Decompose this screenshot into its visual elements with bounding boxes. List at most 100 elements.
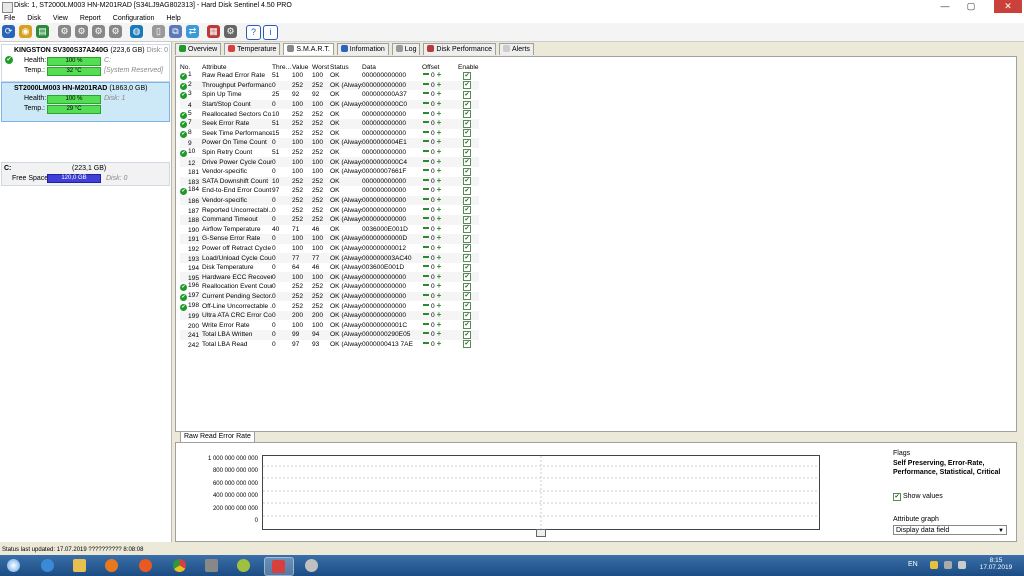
menu-file[interactable]: File	[4, 14, 15, 23]
offset-minus-button[interactable]	[423, 274, 429, 277]
enable-checkbox[interactable]: ✔	[463, 225, 471, 234]
offset-plus-button[interactable]: +	[437, 320, 442, 328]
tool-icon-4[interactable]: ⚙	[109, 25, 122, 38]
enable-checkbox[interactable]: ✔	[463, 90, 471, 99]
tool-icon-1[interactable]: ⚙	[58, 25, 71, 38]
smart-row[interactable]: 191G-Sense Error Rate0100100OK (Always..…	[180, 234, 479, 244]
refresh-icon[interactable]: ⟳	[2, 25, 15, 38]
col-status[interactable]: Status	[330, 63, 362, 71]
offset-plus-button[interactable]: +	[437, 71, 442, 79]
offset-plus-button[interactable]: +	[437, 129, 442, 137]
copy-icon[interactable]: ⧉	[169, 25, 182, 38]
graph-splitter-handle[interactable]	[536, 529, 546, 537]
offset-minus-button[interactable]	[423, 92, 429, 95]
enable-checkbox[interactable]: ✔	[463, 302, 471, 311]
enable-checkbox[interactable]: ✔	[463, 138, 471, 147]
offset-minus-button[interactable]	[423, 245, 429, 248]
offset-minus-button[interactable]	[423, 102, 429, 105]
enable-checkbox[interactable]: ✔	[463, 263, 471, 272]
offset-minus-button[interactable]	[423, 322, 429, 325]
enable-checkbox[interactable]: ✔	[463, 273, 471, 282]
disk-card-0[interactable]: KINGSTON SV300S37A240G (223,6 GB) Disk: …	[1, 44, 170, 82]
tool-icon-2[interactable]: ⚙	[75, 25, 88, 38]
disk-card-1[interactable]: ST2000LM003 HN-M201RAD (1863,0 GB) Healt…	[1, 82, 170, 122]
enable-checkbox[interactable]: ✔	[463, 215, 471, 224]
smart-row[interactable]: 195Hardware ECC Recovered0100100OK (Alwa…	[180, 272, 479, 283]
menu-help[interactable]: Help	[166, 14, 180, 23]
offset-plus-button[interactable]: +	[437, 272, 442, 280]
taskbar-hds[interactable]	[264, 557, 294, 576]
tab-information[interactable]: Information	[336, 43, 389, 55]
offset-minus-button[interactable]	[423, 207, 429, 210]
help-icon[interactable]: ?	[246, 25, 261, 40]
offset-plus-button[interactable]: +	[437, 148, 442, 156]
globe-icon[interactable]: ◍	[130, 25, 143, 38]
info-icon[interactable]: i	[263, 25, 278, 40]
enable-checkbox[interactable]: ✔	[463, 234, 471, 243]
smart-row[interactable]: 193 Load/Unload Cycle Cou... 0 77 77 OK (Alwa…	[180, 253, 479, 263]
offset-plus-button[interactable]: +	[437, 109, 442, 117]
report-icon[interactable]: ▤	[36, 25, 49, 38]
offset-minus-button[interactable]	[423, 169, 429, 172]
col-offset[interactable]: Offset	[422, 63, 458, 71]
enable-checkbox[interactable]: ✔	[463, 254, 471, 263]
enable-checkbox[interactable]: ✔	[463, 196, 471, 205]
offset-minus-button[interactable]	[423, 303, 429, 306]
col-threshold[interactable]: Thre...	[272, 63, 292, 71]
tab-graph-attribute[interactable]: Raw Read Error Rate	[180, 431, 255, 442]
tray-clock[interactable]: 8:15 17.07.2019	[978, 557, 1014, 571]
tool-icon-3[interactable]: ⚙	[92, 25, 105, 38]
smart-row[interactable]: ✔ 1 Raw Read Error Rate 51 100 100 OK 000000000…	[180, 71, 479, 81]
tab-log[interactable]: Log	[391, 43, 421, 55]
smart-row[interactable]: ✔ 197 Current Pending Sector... 0 252 252 OK (…	[180, 291, 479, 302]
enable-checkbox[interactable]: ✔	[463, 100, 471, 109]
offset-plus-button[interactable]: +	[437, 340, 442, 348]
offset-minus-button[interactable]	[423, 255, 429, 258]
offset-minus-button[interactable]	[423, 332, 429, 335]
taskbar-app-3[interactable]	[298, 557, 326, 574]
document-icon[interactable]: ▯	[152, 25, 165, 38]
offset-plus-button[interactable]: +	[437, 167, 442, 175]
smart-row[interactable]: ✔ 8 Seek Time Performance 15 252 252 OK 0000000…	[180, 129, 479, 139]
smart-row[interactable]: ✔ 5 Reallocated Sectors Co... 10 252 252 OK 000…	[180, 109, 479, 119]
offset-minus-button[interactable]	[423, 121, 429, 124]
enable-checkbox[interactable]: ✔	[463, 292, 471, 301]
offset-minus-button[interactable]	[423, 236, 429, 239]
volume-card[interactable]: C: (223,1 GB) Free Space 120,0 GB Disk: …	[1, 162, 170, 186]
enable-checkbox[interactable]: ✔	[463, 321, 471, 330]
smart-row[interactable]: 200Write Error Rate0100100OK (Always...0…	[180, 320, 479, 330]
offset-minus-button[interactable]	[423, 265, 429, 268]
smart-row[interactable]: 12 Drive Power Cycle Count 0 100 100 OK (Alwa…	[180, 157, 479, 167]
offset-plus-button[interactable]: +	[437, 177, 442, 185]
smart-row[interactable]: 187 Reported Uncorrectabl... 0 252 252 OK (Al…	[180, 205, 479, 215]
enable-checkbox[interactable]: ✔	[463, 81, 471, 90]
close-button[interactable]: ✕	[994, 0, 1022, 13]
tab-alerts[interactable]: Alerts	[499, 43, 534, 55]
menu-view[interactable]: View	[53, 14, 68, 23]
offset-minus-button[interactable]	[423, 198, 429, 201]
smart-row[interactable]: ✔ 7 Seek Error Rate 51 252 252 OK 000000000000 0…	[180, 118, 479, 129]
col-enable[interactable]: Enable	[458, 63, 479, 71]
offset-minus-button[interactable]	[423, 82, 429, 85]
offset-minus-button[interactable]	[423, 293, 429, 296]
enable-checkbox[interactable]: ✔	[463, 110, 471, 119]
enable-checkbox[interactable]: ✔	[463, 148, 471, 157]
enable-checkbox[interactable]: ✔	[463, 129, 471, 138]
settings-icon[interactable]: ⚙	[224, 25, 237, 38]
offset-plus-button[interactable]: +	[437, 282, 442, 290]
network-icon[interactable]: ⇄	[186, 25, 199, 38]
offset-plus-button[interactable]: +	[437, 234, 442, 242]
start-button[interactable]	[2, 557, 26, 574]
menu-report[interactable]: Report	[80, 14, 101, 23]
disk-icon[interactable]: ◉	[19, 25, 32, 38]
offset-minus-button[interactable]	[423, 226, 429, 229]
offset-plus-button[interactable]: +	[437, 81, 442, 89]
enable-checkbox[interactable]: ✔	[463, 330, 471, 339]
smart-row[interactable]: 190 Airflow Temperature 40 71 46 OK 0036000E00…	[180, 225, 479, 235]
offset-minus-button[interactable]	[423, 284, 429, 287]
chart-icon[interactable]: ▦	[207, 25, 220, 38]
tray-icon-3[interactable]	[958, 561, 966, 569]
smart-row[interactable]: ✔ 10 Spin Retry Count 51 252 252 OK 00000000000…	[180, 148, 479, 158]
offset-minus-button[interactable]	[423, 341, 429, 344]
smart-row[interactable]: ✔ 3 Spin Up Time 25 92 92 OK 000000000A37 0 + ✔	[180, 90, 479, 100]
